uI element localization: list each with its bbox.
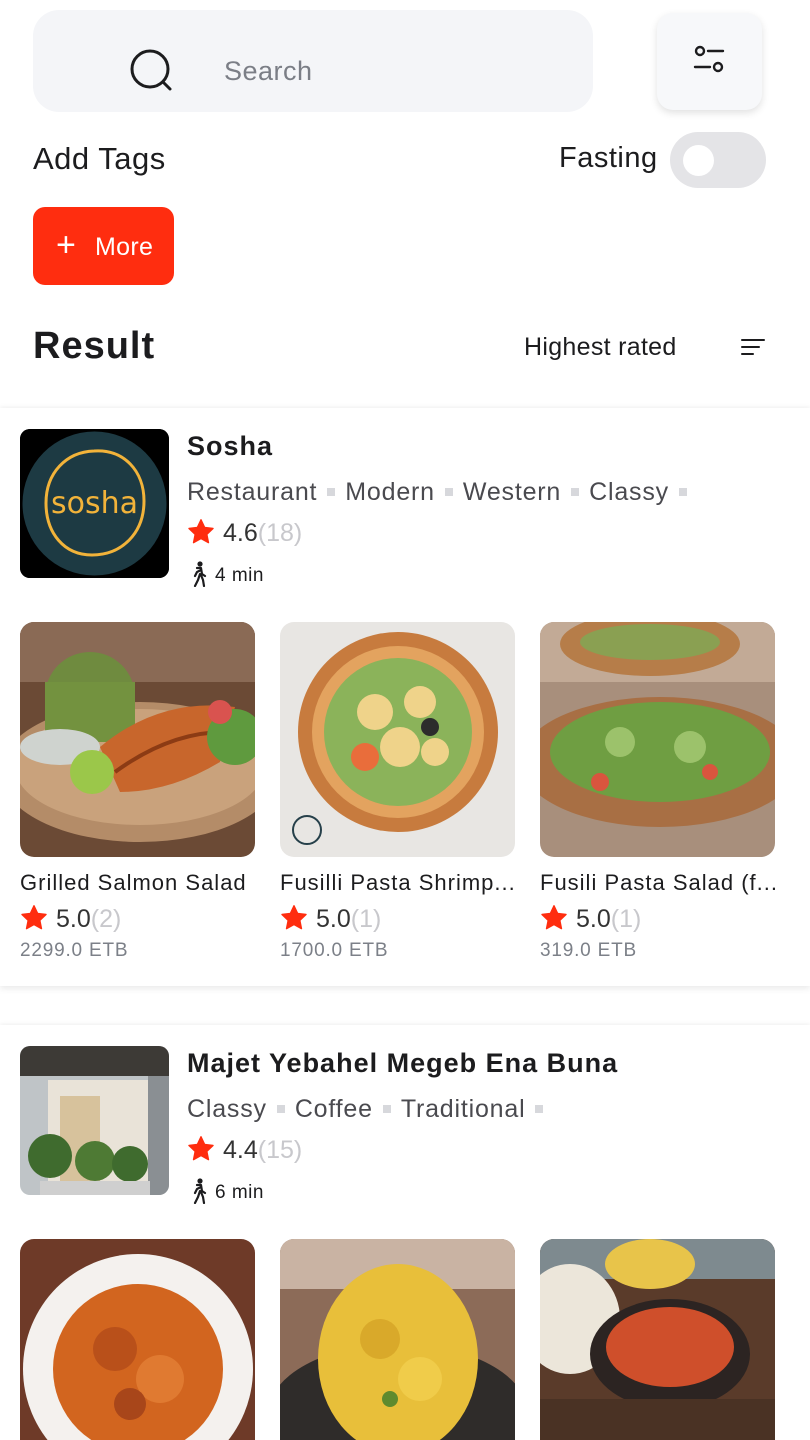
dish-image <box>20 622 255 857</box>
walk-time: 6 min <box>189 1178 264 1205</box>
fasting-toggle[interactable] <box>670 132 766 188</box>
star-icon <box>281 905 307 930</box>
restaurant-card[interactable]: Majet Yebahel Megeb Ena Buna Classy Coffe… <box>0 1025 810 1440</box>
filter-button[interactable] <box>657 13 762 110</box>
plus-icon: + <box>56 226 76 264</box>
dish-rating-count: (1) <box>610 905 642 933</box>
rating-count: (18) <box>257 519 303 547</box>
dish-card[interactable] <box>540 1239 776 1440</box>
restaurant-name[interactable]: Majet Yebahel Megeb Ena Buna <box>187 1048 618 1079</box>
search-placeholder: Search <box>224 56 313 86</box>
restaurant-name[interactable]: Sosha <box>187 431 273 462</box>
dish-name: Grilled Salmon Salad <box>20 870 247 895</box>
walking-icon <box>193 561 207 588</box>
dish-card[interactable] <box>280 1239 516 1440</box>
tag: Coffee <box>294 1095 373 1123</box>
restaurant-card[interactable]: sosha Sosha Restaurant Modern Western Class… <box>0 408 810 986</box>
restaurant-tags: Restaurant Modern Western Classy <box>187 478 697 507</box>
sort-label[interactable]: Highest rated <box>524 333 677 362</box>
rating-value: 4.6 <box>223 519 258 547</box>
dish-name: Fusilli Pasta Shrimp... <box>280 870 516 895</box>
dish-card[interactable]: Fusilli Pasta Shrimp... 5.0(1) 1700.0 ET… <box>280 622 516 962</box>
dish-card[interactable] <box>20 1239 256 1440</box>
dish-price: 2299.0 ETB <box>20 940 129 961</box>
walk-time: 4 min <box>189 561 264 588</box>
dish-card[interactable]: Grilled Salmon Salad 5.0(2) 2299.0 ETB <box>20 622 256 962</box>
sort-icon[interactable] <box>740 337 766 357</box>
more-label: More <box>95 233 154 261</box>
dish-image <box>280 1239 515 1440</box>
dish-rating-value: 5.0 <box>576 905 611 933</box>
star-icon <box>21 905 47 930</box>
sosha-logo-text: sosha <box>51 486 138 521</box>
search-icon <box>130 49 172 91</box>
walking-icon <box>193 1178 207 1205</box>
tag: Classy <box>589 478 669 506</box>
dish-rating-value: 5.0 <box>316 905 351 933</box>
dish-image <box>280 622 515 857</box>
restaurant-rating: 4.6(18) <box>187 518 302 548</box>
walk-time-label: 6 min <box>215 1182 264 1203</box>
restaurant-logo: sosha <box>20 429 169 578</box>
dish-image <box>540 1239 775 1440</box>
star-icon <box>541 905 567 930</box>
tag: Western <box>462 478 562 506</box>
restaurant-logo <box>20 1046 169 1195</box>
restaurant-rating: 4.4(15) <box>187 1135 302 1165</box>
dish-rating-value: 5.0 <box>56 905 91 933</box>
toggle-knob <box>683 145 714 176</box>
tag: Classy <box>187 1095 267 1123</box>
result-title: Result <box>33 325 156 367</box>
search-input[interactable]: Search <box>33 10 593 112</box>
star-icon <box>188 519 214 544</box>
sliders-icon <box>693 45 725 73</box>
dish-rating: 5.0(1) <box>280 904 516 934</box>
rating-value: 4.4 <box>223 1136 258 1164</box>
dish-price: 1700.0 ETB <box>280 940 389 961</box>
restaurant-tags: Classy Coffee Traditional <box>187 1095 553 1124</box>
tag: Traditional <box>400 1095 526 1123</box>
tag: Modern <box>345 478 435 506</box>
dish-card[interactable]: Fusili Pasta Salad (f... 5.0(1) 319.0 ET… <box>540 622 777 962</box>
more-tags-button[interactable]: + More <box>33 207 174 285</box>
dish-name: Fusili Pasta Salad (f... <box>540 870 778 895</box>
dish-image <box>20 1239 255 1440</box>
walk-time-label: 4 min <box>215 565 264 586</box>
dish-rating-count: (1) <box>350 905 382 933</box>
dish-rating: 5.0(2) <box>20 904 256 934</box>
dish-rating: 5.0(1) <box>540 904 776 934</box>
dish-rating-count: (2) <box>90 905 122 933</box>
fasting-label: Fasting <box>559 142 658 174</box>
star-icon <box>188 1136 214 1161</box>
tag: Restaurant <box>187 478 318 506</box>
add-tags-label: Add Tags <box>33 141 166 176</box>
rating-count: (15) <box>257 1136 303 1164</box>
dish-price: 319.0 ETB <box>540 940 637 961</box>
dish-image <box>540 622 775 857</box>
